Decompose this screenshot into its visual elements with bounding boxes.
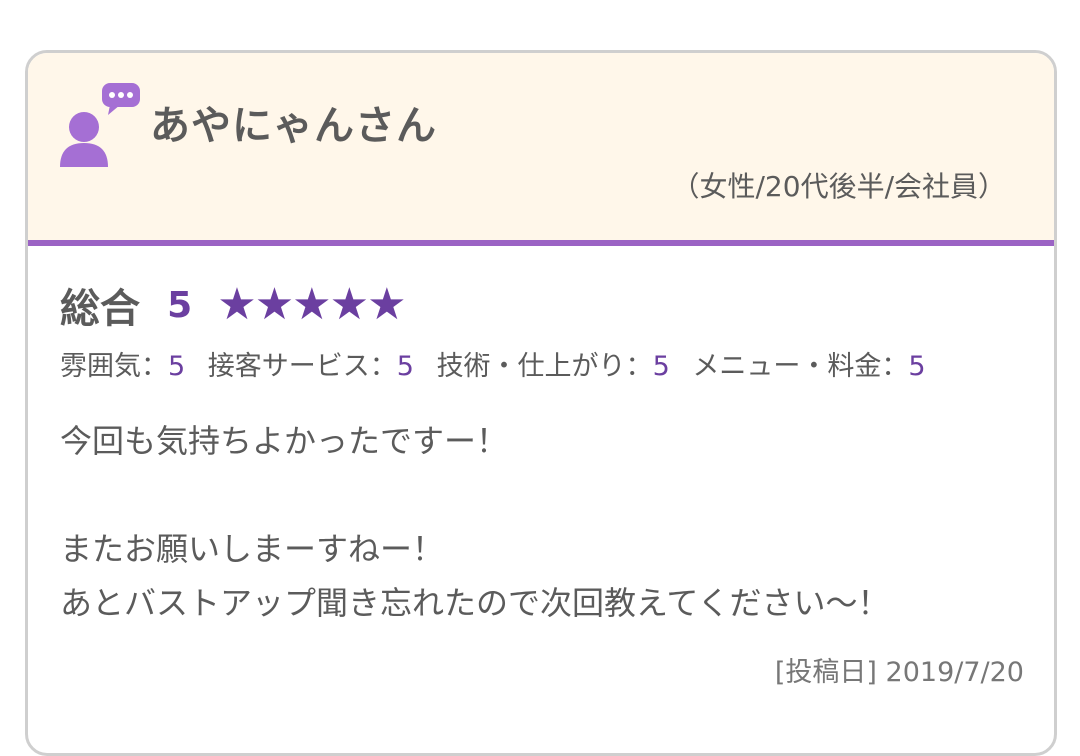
review-comment: 今回も気持ちよかったですー！ またお願いしまーすねー！ あとバストアップ聞き忘れ… <box>60 414 889 630</box>
user-speech-icon <box>60 83 140 167</box>
review-card: あやにゃんさん （女性/20代後半/会社員） 総合 5 ★★★★★ 雰囲気：5 … <box>25 50 1057 756</box>
review-header: あやにゃんさん （女性/20代後半/会社員） <box>28 53 1054 246</box>
overall-label: 総合 <box>60 286 140 332</box>
rating-value: 5 <box>396 351 414 382</box>
rating-label: 雰囲気： <box>60 351 168 382</box>
star-icon: ★ <box>254 279 294 330</box>
post-date-label: [投稿日] <box>774 657 877 688</box>
rating-label: メニュー・料金： <box>692 351 909 382</box>
comment-line <box>60 468 889 522</box>
reviewer-profile: （女性/20代後半/会社員） <box>671 170 1007 203</box>
star-icon: ★ <box>217 279 256 330</box>
post-date: [投稿日] 2019/7/20 <box>775 650 1024 689</box>
rating-label: 接客サービス： <box>207 351 397 382</box>
rating-menu-price: メニュー・料金：5 <box>692 344 925 383</box>
star-icon: ★ <box>367 279 406 330</box>
rating-technique: 技術・仕上がり：5 <box>437 344 670 383</box>
reviewer-name: あやにゃんさん <box>150 103 437 149</box>
rating-value: 5 <box>652 351 670 382</box>
rating-service: 接客サービス：5 <box>208 344 414 383</box>
rating-label: 技術・仕上がり： <box>436 351 653 382</box>
rating-value: 5 <box>908 351 926 382</box>
post-date-value: 2019/7/20 <box>885 657 1024 688</box>
rating-value: 5 <box>168 351 186 382</box>
rating-atmosphere: 雰囲気：5 <box>60 344 185 383</box>
comment-line: 今回も気持ちよかったですー！ <box>60 422 509 460</box>
overall-score: 5 <box>167 284 193 326</box>
comment-line: またお願いしまーすねー！ <box>60 530 445 568</box>
star-icon: ★ <box>292 279 331 330</box>
star-rating: ★★★★★ <box>217 283 406 327</box>
comment-line: あとバストアップ聞き忘れたので次回教えてください〜！ <box>60 584 890 622</box>
overall-rating: 総合 5 ★★★★★ <box>60 276 407 333</box>
category-ratings: 雰囲気：5 接客サービス：5 技術・仕上がり：5 メニュー・料金：5 <box>60 344 940 383</box>
star-icon: ★ <box>329 279 369 330</box>
